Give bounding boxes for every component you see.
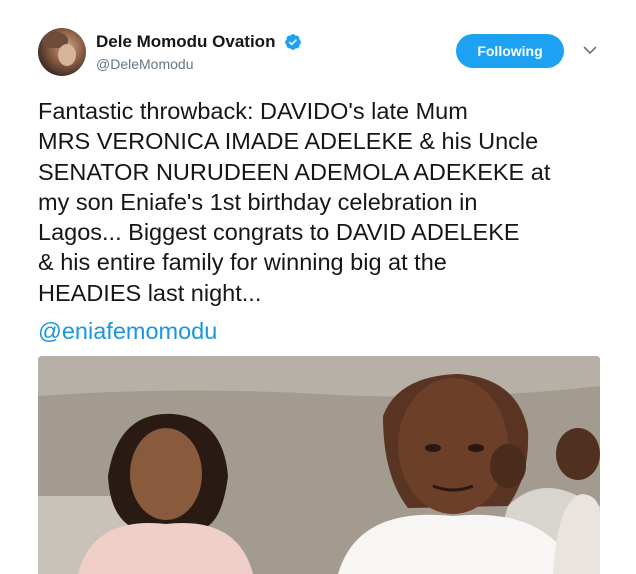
- author-block: Dele Momodu Ovation @DeleMomodu: [96, 32, 302, 72]
- tweet-text-line: SENATOR NURUDEEN ADEMOLA ADEKEKE at: [38, 158, 551, 185]
- following-button[interactable]: Following: [456, 34, 564, 68]
- user-handle[interactable]: @DeleMomodu: [96, 56, 302, 72]
- display-name[interactable]: Dele Momodu Ovation: [96, 32, 275, 52]
- tweet-header: Dele Momodu Ovation @DeleMomodu Followin…: [38, 28, 608, 78]
- tweet-text-line: MRS VERONICA IMADE ADELEKE & his Uncle: [38, 128, 539, 155]
- tweet-text: Fantastic throwback: DAVIDO's late Mum M…: [38, 96, 603, 308]
- tweet-text-line: HEADIES last night...: [38, 279, 262, 306]
- verified-badge-icon: [285, 34, 301, 50]
- tweet-text-line: Lagos... Biggest congrats to DAVID ADELE…: [38, 219, 520, 246]
- mention-link[interactable]: @eniafemomodu: [38, 318, 217, 345]
- avatar[interactable]: [38, 28, 86, 76]
- tweet-text-line: Fantastic throwback: DAVIDO's late Mum: [38, 98, 468, 124]
- tweet-text-line: & his entire family for winning big at t…: [38, 249, 447, 276]
- chevron-down-icon[interactable]: [582, 42, 598, 58]
- photo-illustration: [38, 356, 600, 574]
- tweet-photo[interactable]: [38, 356, 600, 574]
- tweet-text-line: my son Eniafe's 1st birthday celebration…: [38, 188, 478, 215]
